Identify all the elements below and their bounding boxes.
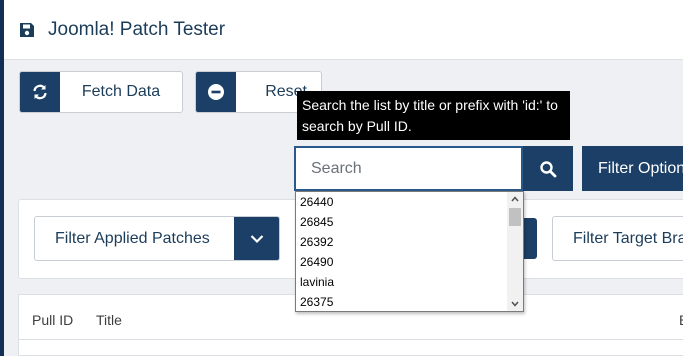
filter-target-branch-select[interactable]: Filter Target Branch [552,216,683,261]
autocomplete-option[interactable]: 26375 [296,292,523,311]
save-icon [20,23,34,37]
refresh-icon [20,72,60,112]
chevron-down-icon [234,217,279,260]
autocomplete-option[interactable]: 26392 [296,232,523,252]
search-autocomplete-list[interactable]: 26440 26845 26392 26490 lavinia 26375 [295,191,524,312]
minus-circle-icon [196,72,236,112]
table-divider [19,339,683,340]
column-header-pull-id[interactable]: Pull ID [32,312,73,328]
autocomplete-option[interactable]: lavinia [296,272,523,292]
column-header-branch[interactable]: B [679,312,683,328]
filter-options-button[interactable]: Filter Options [582,146,683,191]
autocomplete-option[interactable]: 26845 [296,212,523,232]
autocomplete-option[interactable]: 26490 [296,252,523,272]
filter-applied-select[interactable]: Filter Applied Patches [34,216,280,261]
search-icon [540,160,557,177]
list-scrollbar[interactable] [507,192,523,311]
scroll-up-icon[interactable] [507,192,523,206]
scrollbar-thumb[interactable] [509,208,521,226]
search-button[interactable] [523,146,573,191]
filter-target-label: Filter Target Branch [573,229,683,247]
search-input[interactable] [294,146,523,191]
column-header-title[interactable]: Title [96,312,122,328]
scroll-down-icon[interactable] [507,297,523,311]
search-tooltip: Search the list by title or prefix with … [297,91,570,140]
fetch-data-button[interactable]: Fetch Data [19,71,183,113]
header-bar: Joomla! Patch Tester [4,0,683,60]
page-title: Joomla! Patch Tester [48,19,226,40]
fetch-data-label: Fetch Data [81,83,161,100]
autocomplete-option[interactable]: 26440 [296,192,523,212]
filter-applied-label: Filter Applied Patches [55,229,210,247]
filter-select-chevron-partial[interactable] [523,218,537,259]
